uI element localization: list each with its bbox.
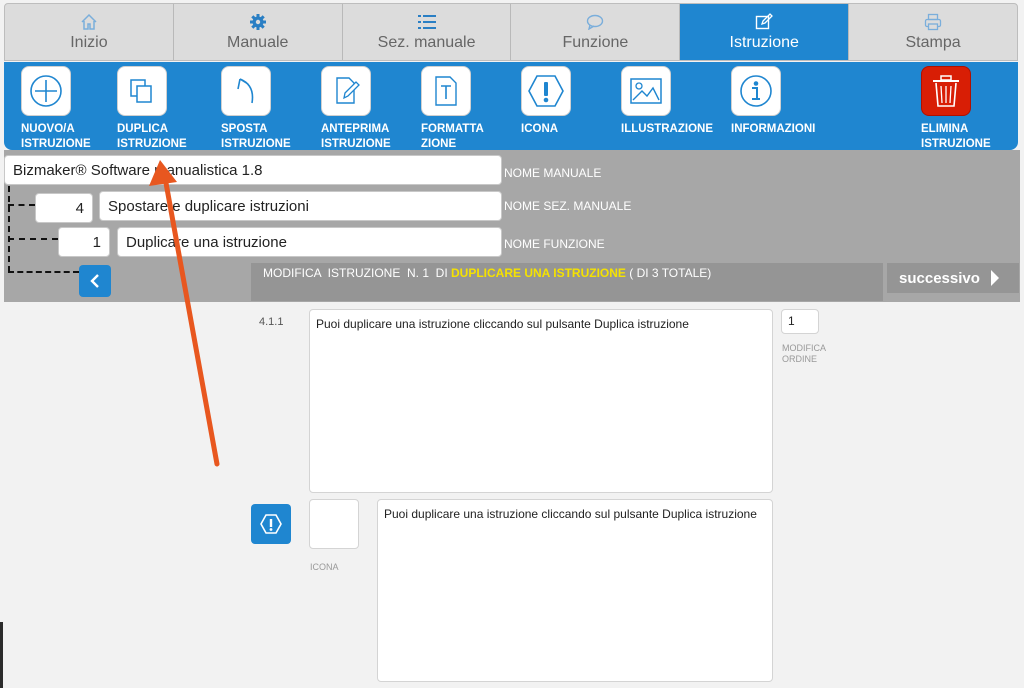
preview-instruction-button[interactable]: ANTEPRIMA ISTRUZIONE bbox=[321, 66, 391, 152]
tab-label: Sez. manuale bbox=[377, 34, 476, 51]
copy-icon bbox=[117, 66, 167, 116]
icon-button[interactable]: ICONA bbox=[521, 66, 571, 137]
icon-preview bbox=[309, 499, 359, 549]
tab-label: Funzione bbox=[562, 34, 629, 51]
warning-hexagon-icon bbox=[521, 66, 571, 116]
plus-circle-icon bbox=[21, 66, 71, 116]
text-document-icon bbox=[421, 66, 471, 116]
new-instruction-button[interactable]: NUOVO/A ISTRUZIONE bbox=[21, 66, 91, 152]
function-number-field[interactable]: 1 bbox=[58, 227, 110, 257]
document-pen-icon bbox=[321, 66, 371, 116]
function-name-field[interactable]: Duplicare una istruzione bbox=[117, 227, 502, 257]
illustration-button[interactable]: ILLUSTRAZIONE bbox=[621, 66, 713, 137]
instruction-toolbar: NUOVO/A ISTRUZIONE DUPLICA ISTRUZIONE SPOS… bbox=[4, 62, 1018, 150]
format-instruction-button[interactable]: FORMATTA ZIONE bbox=[421, 66, 484, 152]
tree-connector bbox=[8, 186, 10, 272]
tab-label: Manuale bbox=[227, 34, 289, 51]
icon-label: ICONA bbox=[310, 562, 339, 572]
previous-button[interactable] bbox=[79, 265, 111, 297]
duplicate-instruction-button[interactable]: DUPLICA ISTRUZIONE bbox=[117, 66, 187, 152]
instruction-status-bar: MODIFICA ISTRUZIONE N. 1 DI DUPLICARE UN… bbox=[251, 263, 883, 301]
tab-stampa[interactable]: Stampa bbox=[849, 4, 1017, 60]
printer-icon bbox=[924, 10, 942, 34]
trash-icon bbox=[921, 66, 971, 116]
tree-connector bbox=[8, 204, 35, 206]
icon-text-area[interactable]: Puoi duplicare una istruzione cliccando … bbox=[377, 499, 773, 682]
move-arrow-icon bbox=[221, 66, 271, 116]
section-name-label: NOME SEZ. MANUALE bbox=[504, 199, 632, 213]
tab-istruzione[interactable]: Istruzione bbox=[680, 4, 850, 60]
information-button[interactable]: INFORMAZIONI bbox=[731, 66, 815, 137]
info-icon bbox=[731, 66, 781, 116]
warning-hexagon-icon bbox=[260, 514, 282, 534]
list-icon bbox=[417, 10, 436, 34]
tree-connector bbox=[8, 238, 58, 240]
order-label: MODIFICA ORDINE bbox=[782, 343, 826, 364]
tab-label: Istruzione bbox=[729, 34, 799, 51]
instruction-sequence: 4.1.1 bbox=[259, 316, 284, 328]
function-name-label: NOME FUNZIONE bbox=[504, 237, 605, 251]
instruction-text-area[interactable]: Puoi duplicare una istruzione cliccando … bbox=[309, 309, 773, 493]
tab-sez-manuale[interactable]: Sez. manuale bbox=[343, 4, 512, 60]
main-tabs: Inizio Manuale Sez. manuale Funzione Ist… bbox=[4, 3, 1018, 61]
section-number-field[interactable]: 4 bbox=[35, 193, 93, 223]
next-button[interactable]: successivo bbox=[887, 263, 1019, 293]
tab-inizio[interactable]: Inizio bbox=[5, 4, 174, 60]
manual-name-field[interactable]: Bizmaker® Software manualistica 1.8 bbox=[4, 155, 502, 185]
manual-name-label: NOME MANUALE bbox=[504, 166, 602, 180]
section-name-field[interactable]: Spostare e duplicare istruzioni bbox=[99, 191, 502, 221]
gear-icon bbox=[249, 10, 267, 34]
edit-icon bbox=[755, 10, 774, 34]
move-instruction-button[interactable]: SPOSTA ISTRUZIONE bbox=[221, 66, 291, 152]
home-icon bbox=[80, 10, 98, 34]
order-field[interactable]: 1 bbox=[781, 309, 819, 334]
play-right-icon bbox=[990, 270, 999, 286]
tab-manuale[interactable]: Manuale bbox=[174, 4, 343, 60]
image-icon bbox=[621, 66, 671, 116]
tab-label: Stampa bbox=[905, 34, 961, 51]
window-edge bbox=[0, 622, 3, 688]
chat-bubble-icon bbox=[586, 10, 604, 34]
tree-connector bbox=[8, 271, 79, 273]
tab-label: Inizio bbox=[70, 34, 108, 51]
chevron-left-icon bbox=[90, 274, 99, 288]
delete-instruction-button[interactable]: ELIMINA ISTRUZIONE bbox=[921, 66, 991, 152]
tab-funzione[interactable]: Funzione bbox=[511, 4, 681, 60]
icon-picker-button[interactable] bbox=[251, 504, 291, 544]
